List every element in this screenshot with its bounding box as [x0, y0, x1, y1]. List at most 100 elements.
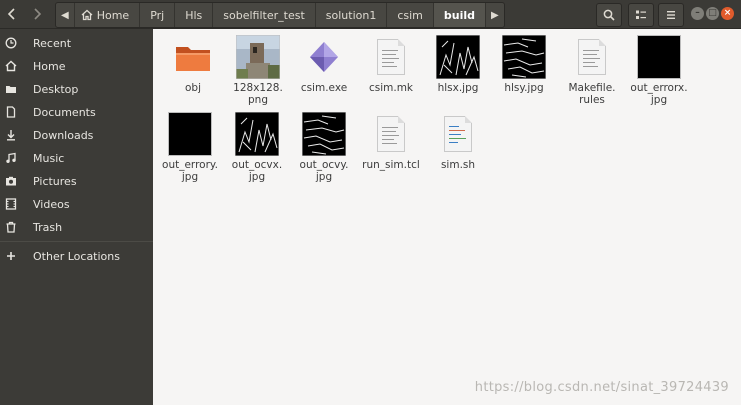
video-icon — [5, 198, 17, 210]
breadcrumb-home[interactable]: Home — [75, 3, 141, 27]
sidebar-item-documents[interactable]: Documents — [0, 101, 153, 123]
breadcrumb-build[interactable]: build — [433, 3, 487, 27]
file-item-hlsx-jpg[interactable]: hlsx.jpg — [428, 34, 488, 94]
breadcrumb-scroll-right[interactable]: ▶ — [486, 3, 504, 27]
breadcrumb-scroll-left[interactable]: ◀ — [56, 3, 75, 27]
file-item-sim-sh[interactable]: sim.sh — [428, 111, 488, 171]
camera-icon — [5, 175, 17, 187]
file-name: out_ocvx. jpg — [231, 159, 283, 183]
chevron-right-icon — [34, 8, 42, 20]
file-name: 128x128. png — [233, 82, 283, 106]
image-thumbnail — [234, 111, 280, 157]
sidebar-item-downloads[interactable]: Downloads — [0, 124, 153, 146]
home-icon — [5, 60, 17, 72]
file-name: out_errorx. jpg — [630, 82, 688, 106]
folder-icon — [5, 83, 17, 95]
sidebar-item-pictures[interactable]: Pictures — [0, 170, 153, 192]
file-name: Makefile. rules — [568, 82, 616, 106]
sidebar-item-label: Pictures — [33, 174, 77, 188]
file-name: run_sim.tcl — [362, 159, 420, 171]
search-icon — [603, 9, 615, 21]
file-name: obj — [184, 82, 201, 94]
download-icon — [5, 129, 17, 141]
sidebar-item-desktop[interactable]: Desktop — [0, 78, 153, 100]
watermark: https://blog.csdn.net/sinat_39724439 — [474, 380, 729, 395]
file-item-128x128-png[interactable]: 128x128. png — [228, 34, 288, 106]
breadcrumb-prj[interactable]: Prj — [140, 3, 176, 27]
breadcrumb-solution1[interactable]: solution1 — [316, 3, 388, 27]
file-item-out-errory-jpg[interactable]: out_errory. jpg — [160, 111, 220, 183]
music-icon — [5, 152, 17, 164]
sidebar-item-label: Videos — [33, 197, 70, 211]
file-item-out-errorx-jpg[interactable]: out_errorx. jpg — [629, 34, 689, 106]
file-item-out-ocvy-jpg[interactable]: out_ocvy. jpg — [294, 111, 354, 183]
file-grid: obj 128x128. png csim.exe csim.mk hlsx.j… — [153, 29, 741, 405]
plus-icon — [5, 250, 17, 262]
file-name: sim.sh — [440, 159, 476, 171]
minimize-button[interactable]: – — [691, 7, 704, 20]
script-file-icon — [435, 111, 481, 157]
sidebar-item-recent[interactable]: Recent — [0, 32, 153, 54]
close-button[interactable]: × — [721, 7, 734, 20]
sidebar-divider — [0, 241, 153, 242]
breadcrumb-csim[interactable]: csim — [387, 3, 434, 27]
sidebar-item-label: Recent — [33, 36, 72, 50]
file-name: hlsx.jpg — [437, 82, 479, 94]
image-thumbnail — [301, 111, 347, 157]
sidebar-item-label: Documents — [33, 105, 96, 119]
view-toggle-button[interactable] — [628, 3, 654, 27]
folder-icon — [170, 34, 216, 80]
file-item-obj[interactable]: obj — [163, 34, 223, 94]
text-file-icon — [569, 34, 615, 80]
header-bar: ◀ Home Prj Hls sobelfilter_test solution… — [0, 0, 741, 29]
image-thumbnail — [435, 34, 481, 80]
file-item-run-sim-tcl[interactable]: run_sim.tcl — [361, 111, 421, 171]
breadcrumb-hls[interactable]: Hls — [175, 3, 214, 27]
document-shape — [444, 116, 472, 152]
sidebar-item-videos[interactable]: Videos — [0, 193, 153, 215]
trash-icon — [5, 221, 17, 233]
list-view-icon — [636, 10, 646, 19]
image-thumbnail — [636, 34, 682, 80]
menu-button[interactable] — [658, 3, 684, 27]
file-name: hlsy.jpg — [504, 82, 544, 94]
maximize-button[interactable]: □ — [706, 7, 719, 20]
document-shape — [377, 116, 405, 152]
file-name: out_ocvy. jpg — [299, 159, 349, 183]
sidebar-item-other-locations[interactable]: Other Locations — [0, 245, 153, 267]
file-item-csim-exe[interactable]: csim.exe — [294, 34, 354, 94]
sidebar-item-home[interactable]: Home — [0, 55, 153, 77]
sidebar-item-label: Other Locations — [33, 249, 120, 263]
search-button[interactable] — [596, 3, 622, 27]
document-shape — [578, 39, 606, 75]
home-icon — [81, 9, 93, 21]
sidebar-item-trash[interactable]: Trash — [0, 216, 153, 238]
sidebar-item-music[interactable]: Music — [0, 147, 153, 169]
file-item-csim-mk[interactable]: csim.mk — [361, 34, 421, 94]
file-name: out_errory. jpg — [162, 159, 218, 183]
file-name: csim.exe — [300, 82, 348, 94]
image-thumbnail — [167, 111, 213, 157]
file-item-hlsy-jpg[interactable]: hlsy.jpg — [494, 34, 554, 94]
hamburger-icon — [667, 11, 675, 19]
breadcrumb: ◀ Home Prj Hls sobelfilter_test solution… — [55, 2, 505, 28]
text-file-icon — [368, 34, 414, 80]
back-button[interactable] — [0, 2, 24, 26]
breadcrumb-sobelfilter-test[interactable]: sobelfilter_test — [213, 3, 316, 27]
sidebar-item-label: Trash — [33, 220, 63, 234]
sidebar-item-label: Music — [33, 151, 65, 165]
breadcrumb-label: Home — [96, 8, 130, 22]
sidebar-item-label: Downloads — [33, 128, 94, 142]
file-name: csim.mk — [368, 82, 414, 94]
sidebar-item-label: Home — [33, 59, 66, 73]
text-file-icon — [368, 111, 414, 157]
forward-button[interactable] — [25, 2, 49, 26]
sidebar: Recent Home Desktop Documents Downloads … — [0, 29, 153, 405]
clock-icon — [5, 37, 17, 49]
file-item-makefile-rules[interactable]: Makefile. rules — [562, 34, 622, 106]
document-shape — [377, 39, 405, 75]
image-thumbnail — [501, 34, 547, 80]
file-item-out-ocvx-jpg[interactable]: out_ocvx. jpg — [227, 111, 287, 183]
image-thumbnail — [235, 34, 281, 80]
document-icon — [5, 106, 17, 118]
